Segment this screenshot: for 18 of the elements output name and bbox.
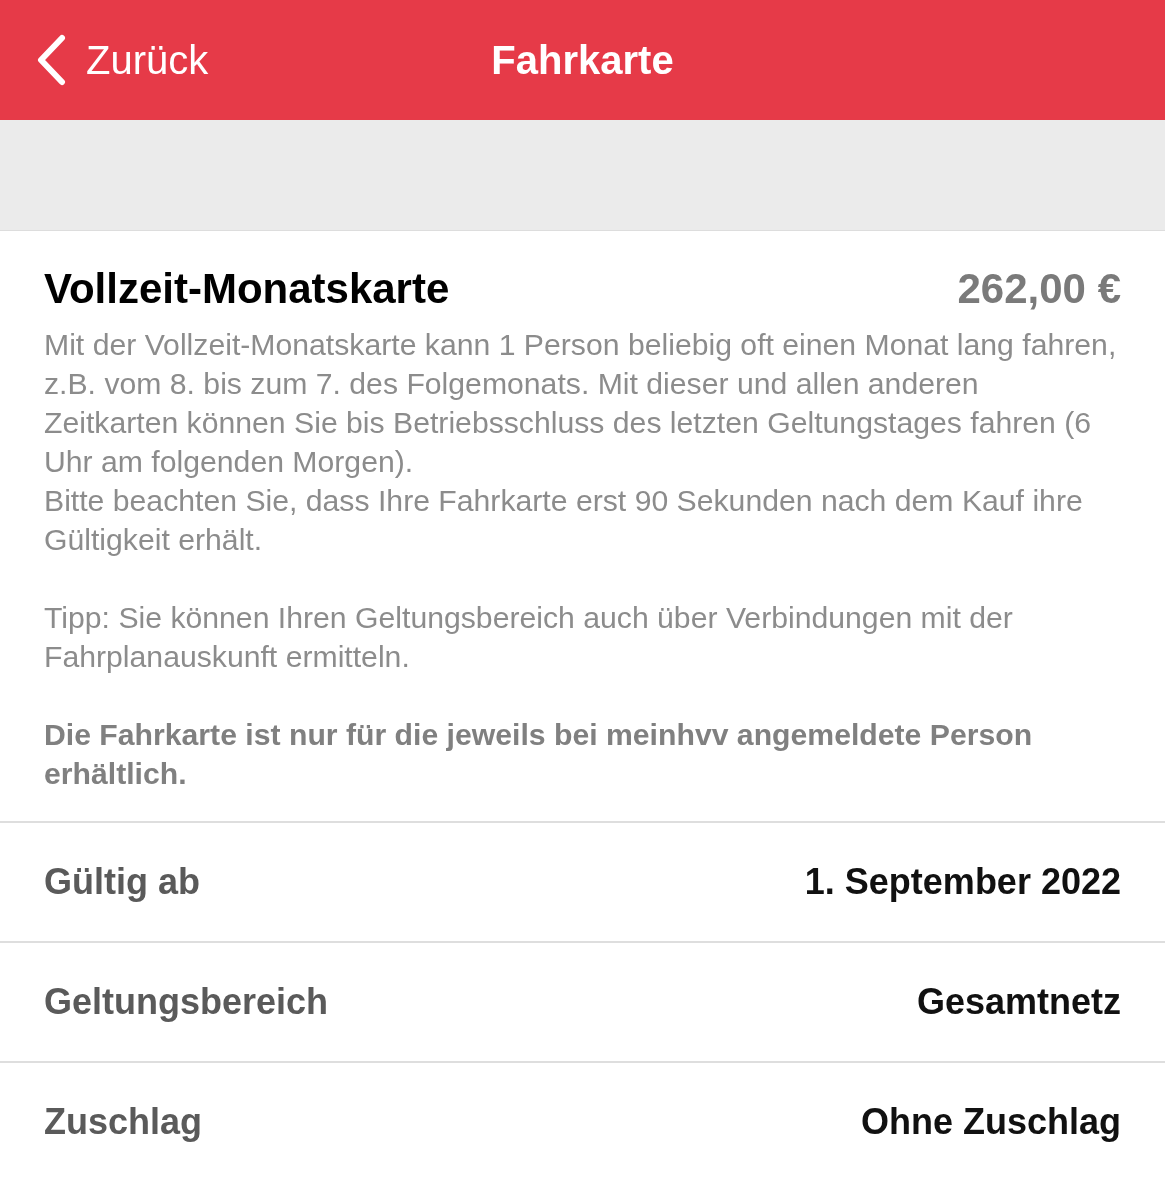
description-text: Die Fahrkarte ist nur für die jeweils bei meinhvv angemeldete Person erhältlich. [44, 717, 1034, 792]
description-text: Mit der Vollzeit-Monatskarte kann 1 Person beliebig oft einen Monat lang fahren, z.B. vom 8. bis zum 7. des Folgemonats. Mit dieser und allen anderen Zeitkarten können Sie bis Betriebsschluss des letzten Geltungstages fahren (6 Uhr am folgenden Morgen). [44, 327, 1118, 480]
detail-label: Zuschlag [44, 1101, 203, 1143]
back-button[interactable]: Zurück [36, 34, 209, 86]
nav-title: Fahrkarte [491, 37, 674, 83]
detail-row[interactable]: Geltungsbereich Gesamtnetz [0, 941, 1165, 1061]
description-text: Tipp: Sie können Ihren Geltungsbereich auch über Verbindungen mit der Fahrplanauskunft ermitteln. [44, 600, 1014, 675]
detail-row[interactable]: Gültig ab 1. September 2022 [0, 821, 1165, 941]
detail-row[interactable]: Zuschlag Ohne Zuschlag [0, 1061, 1165, 1181]
chevron-left-icon [36, 34, 66, 86]
detail-value: 1. September 2022 [804, 861, 1121, 903]
detail-label: Geltungsbereich [44, 981, 329, 1023]
ticket-name: Vollzeit-Monatskarte [44, 265, 450, 313]
ticket-price: 262,00 € [957, 265, 1121, 313]
description-text: Bitte beachten Sie, dass Ihre Fahrkarte erst 90 Sekunden nach dem Kauf ihre Gültigkeit erhält. [44, 483, 1084, 558]
detail-value: Gesamtnetz [916, 981, 1121, 1023]
detail-value: Ohne Zuschlag [860, 1101, 1121, 1143]
detail-label: Gültig ab [44, 861, 200, 903]
